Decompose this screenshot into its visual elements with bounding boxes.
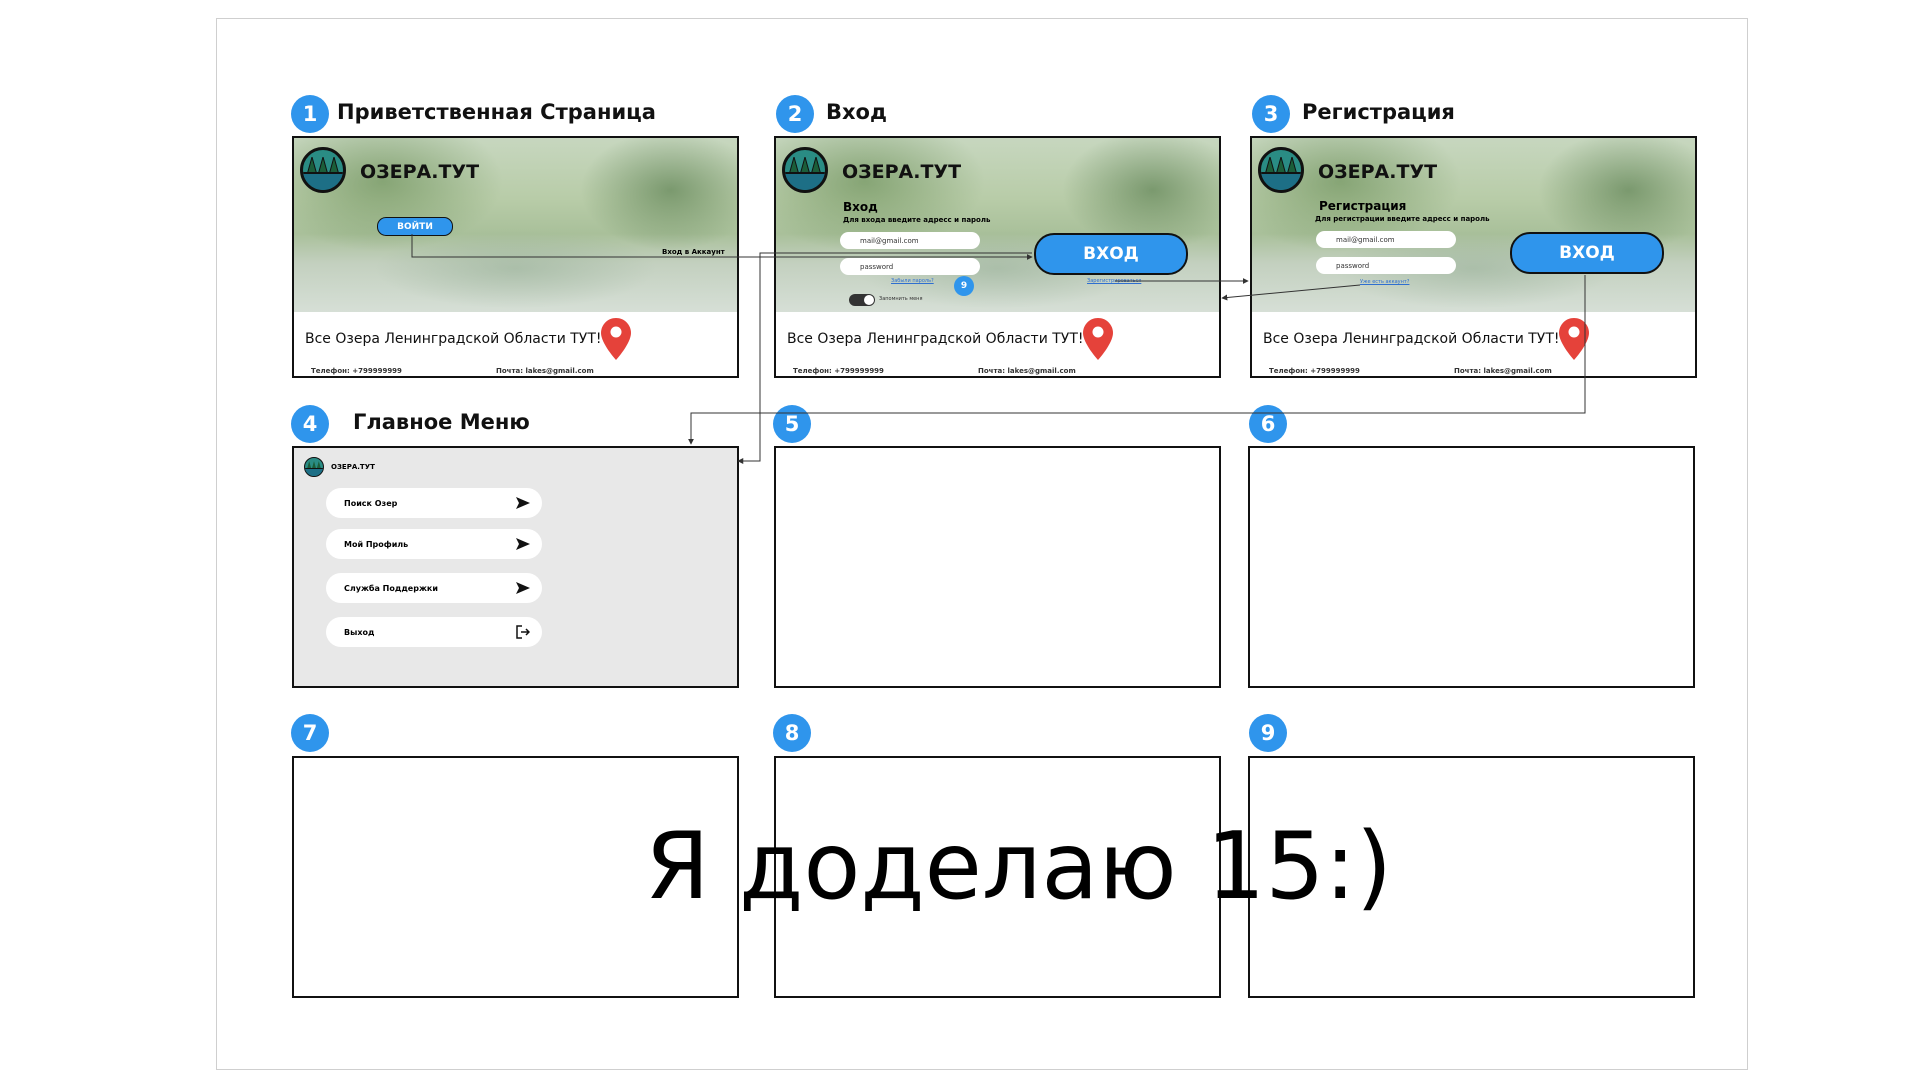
overlay-message: Я доделаю 15:) [645, 812, 1393, 920]
connector-label: Вход в Аккаунт [662, 248, 725, 256]
connector-register-to-menu [688, 275, 1586, 445]
connector-register-to-login [1221, 284, 1361, 301]
connector-login-to-menu [737, 252, 1032, 464]
